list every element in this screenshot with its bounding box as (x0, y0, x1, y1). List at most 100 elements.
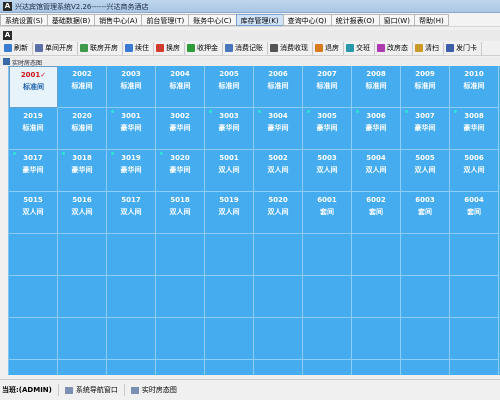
toolbar-button[interactable]: 刷新 (2, 41, 33, 55)
toolbar-button[interactable]: 联房开房 (78, 41, 123, 55)
toolbar-button[interactable]: 交班 (344, 41, 375, 55)
room-tile[interactable]: 2019 标准间 (9, 108, 58, 150)
toolbar-button[interactable]: 消费记账 (223, 41, 268, 55)
room-tile[interactable]: 3008 豪华间 (450, 108, 499, 150)
toolbar-button-label: 收押金 (197, 44, 218, 52)
room-tile[interactable]: 5002 双人间 (254, 150, 303, 192)
room-tile[interactable]: 3020 豪华间 (156, 150, 205, 192)
room-tile[interactable]: 6004 套间 (450, 192, 499, 234)
toolbar-button-label: 清扫 (425, 44, 439, 52)
room-tile[interactable]: 6003 套间 (401, 192, 450, 234)
menu-bar: 系统设置(S) 基础数据(B) 销售中心(A) 前台管理(T) 账务中心(C) 库存管理(… (0, 13, 500, 27)
menu-item[interactable]: 查询中心(Q) (282, 13, 331, 26)
toolbar-button[interactable]: 单间开房 (33, 41, 78, 55)
room-tile[interactable]: 2010 标准间 (450, 66, 499, 108)
menu-item[interactable]: 统计报表(O) (330, 13, 379, 26)
room-number-text: 3002 (170, 112, 190, 120)
window-tab-button[interactable]: 实时房态图 (123, 384, 183, 396)
room-number-text: 2003 (121, 70, 141, 78)
room-tile[interactable]: 2009 标准间 (401, 66, 450, 108)
room-tile[interactable]: 5001 双人间 (205, 150, 254, 192)
empty-room-slot (303, 360, 352, 375)
room-type: 双人间 (218, 208, 240, 216)
room-number: 6002 (352, 196, 400, 204)
empty-room-slot (9, 234, 58, 276)
room-tile[interactable]: 2003 标准间 (107, 66, 156, 108)
toolbar-button[interactable]: 收押金 (185, 41, 223, 55)
window-title: 兴达宾馆管理系统V2.26------兴达商务酒店 (15, 3, 149, 11)
menu-item[interactable]: 窗口(W) (378, 13, 414, 26)
room-number: 5005 (401, 154, 449, 162)
toolbar-button[interactable]: 改房态 (375, 41, 413, 55)
toolbar-button[interactable]: 发门卡 (444, 41, 482, 55)
room-number: 2002 (58, 70, 106, 78)
room-tile[interactable]: 2005 标准间 (205, 66, 254, 108)
room-tile[interactable]: 5003 双人间 (303, 150, 352, 192)
room-tile[interactable]: 6002 套间 (352, 192, 401, 234)
room-tile[interactable]: 2004 标准间 (156, 66, 205, 108)
room-tile[interactable]: 3006 豪华间 (352, 108, 401, 150)
room-number: 5017 (107, 196, 155, 204)
menu-item[interactable]: 基础数据(B) (46, 13, 95, 26)
room-tile[interactable]: 5019 双人间 (205, 192, 254, 234)
room-tile[interactable]: 3018 豪华间 (58, 150, 107, 192)
room-number: 5020 (254, 196, 302, 204)
room-tile[interactable]: 5018 双人间 (156, 192, 205, 234)
room-tile[interactable]: 2006 标准间 (254, 66, 303, 108)
room-type: 套间 (320, 208, 334, 216)
empty-room-slot (450, 360, 499, 375)
toolbar-button[interactable]: 退房 (313, 41, 344, 55)
room-tile[interactable]: 3004 豪华间 (254, 108, 303, 150)
room-tile[interactable]: 3007 豪华间 (401, 108, 450, 150)
room-tile[interactable]: 5020 双人间 (254, 192, 303, 234)
menu-item[interactable]: 库存管理(K) (235, 13, 283, 26)
room-tile[interactable]: 5017 双人间 (107, 192, 156, 234)
room-type: 双人间 (463, 166, 485, 174)
room-number: 5016 (58, 196, 106, 204)
window-tab-button[interactable]: 系统导航窗口 (57, 384, 124, 396)
room-type: 豪华间 (463, 124, 485, 132)
room-tile[interactable]: 2020 标准间 (58, 108, 107, 150)
room-tile[interactable]: 3005 豪华间 (303, 108, 352, 150)
room-tile[interactable]: 3017 豪华间 (9, 150, 58, 192)
refresh-icon (4, 44, 12, 52)
room-type: 双人间 (22, 208, 44, 216)
room-number: 6001 (303, 196, 351, 204)
room-tile[interactable]: 5006 双人间 (450, 150, 499, 192)
toolbar-button[interactable]: 清扫 (413, 41, 444, 55)
room-type: 豪华间 (267, 124, 289, 132)
menu-item[interactable]: 前台管理(T) (141, 13, 189, 26)
room-tile[interactable]: 2008 标准间 (352, 66, 401, 108)
menu-item[interactable]: 系统设置(S) (0, 13, 47, 26)
toolbar-button[interactable]: 消费收现 (268, 41, 313, 55)
cash-icon (270, 44, 278, 52)
room-number-text: 3003 (219, 112, 239, 120)
room-tile[interactable]: 2007 标准间 (303, 66, 352, 108)
room-tile[interactable]: 3002 豪华间 (156, 108, 205, 150)
room-tile[interactable]: 3019 豪华间 (107, 150, 156, 192)
toolbar-button-label: 联房开房 (90, 44, 118, 52)
empty-room-slot (9, 318, 58, 360)
calendar-icon (125, 44, 133, 52)
room-tile[interactable]: 2001✓ 标准间 (9, 66, 58, 108)
room-tile[interactable]: 5005 双人间 (401, 150, 450, 192)
menu-item[interactable]: 账务中心(C) (188, 13, 236, 26)
empty-room-slot (401, 234, 450, 276)
menu-item[interactable]: 帮助(H) (413, 13, 449, 26)
room-tile[interactable]: 5004 双人间 (352, 150, 401, 192)
room-number-text: 2019 (23, 112, 43, 120)
room-tile[interactable]: 6001 套间 (303, 192, 352, 234)
room-number-text: 6004 (464, 196, 484, 204)
empty-room-slot (58, 234, 107, 276)
room-type: 套间 (418, 208, 432, 216)
menu-item[interactable]: 销售中心(A) (94, 13, 142, 26)
room-tile[interactable]: 5015 双人间 (9, 192, 58, 234)
room-tile[interactable]: 2002 标准间 (58, 66, 107, 108)
room-type: 标准间 (414, 82, 436, 90)
toolbar-button[interactable]: 换房 (154, 41, 185, 55)
empty-room-slot (107, 234, 156, 276)
room-tile[interactable]: 5016 双人间 (58, 192, 107, 234)
toolbar-button[interactable]: 续住 (123, 41, 154, 55)
room-tile[interactable]: 3003 豪华间 (205, 108, 254, 150)
room-tile[interactable]: 3001 豪华间 (107, 108, 156, 150)
